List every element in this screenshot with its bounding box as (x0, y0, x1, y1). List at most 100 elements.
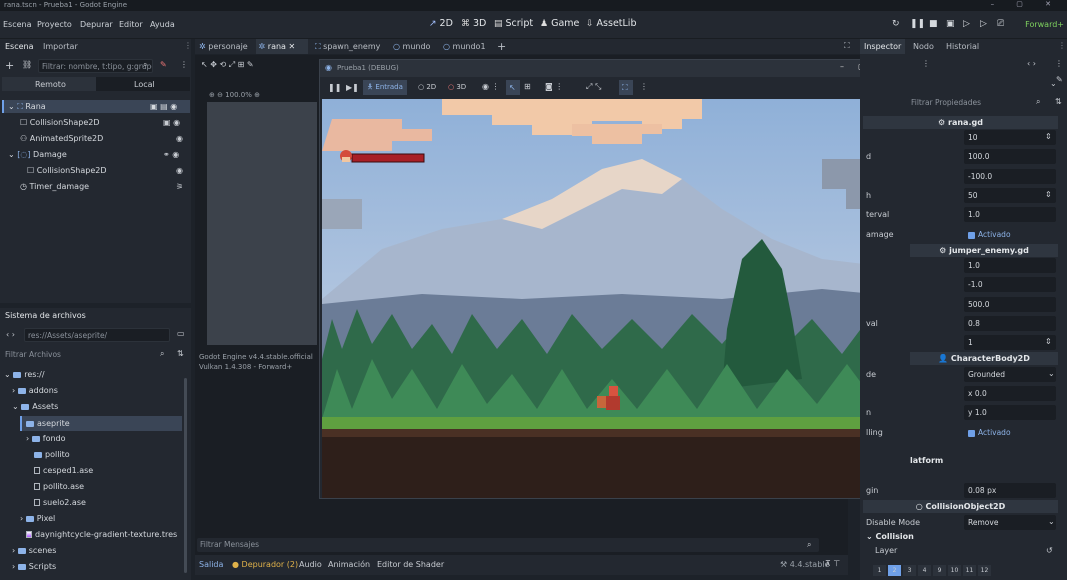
properties-filter-input[interactable]: Filtrar Propiedades (908, 96, 1048, 110)
link-icon[interactable]: ⛓ (22, 60, 32, 69)
play-scene-icon[interactable]: ▷ (963, 19, 970, 29)
movie-maker-icon[interactable]: ⎚ (997, 19, 1004, 29)
property-checkbox[interactable]: Activado (964, 425, 1056, 440)
tree-node-animatedsprite2d[interactable]: ⚇ AnimatedSprite2D (20, 134, 103, 143)
scrollbar[interactable] (184, 378, 187, 573)
sort-icon[interactable]: ⇅ (1055, 97, 1062, 106)
tab-filesystem[interactable]: Sistema de archivos (5, 311, 86, 320)
fs-item-gradient[interactable]: daynightcycle-gradient-texture.tres (26, 530, 177, 539)
more-icon[interactable]: ⋮ (180, 60, 188, 69)
property-value[interactable]: 0.8 (964, 316, 1056, 331)
workspace-2d[interactable]: ↗ 2D (429, 18, 453, 29)
messages-filter-input[interactable]: Filtrar Mensajes (197, 538, 819, 552)
scene-filter-input[interactable]: Filtrar: nombre, t:tipo, g:grupo (38, 59, 153, 73)
property-value[interactable]: y 1.0 (964, 405, 1056, 420)
tab-nodo[interactable]: Nodo (913, 42, 934, 51)
workspace-3d[interactable]: ⌘ 3D (461, 18, 486, 29)
workspace-game[interactable]: ♟ Game (540, 18, 579, 29)
add-tab-icon[interactable]: + (497, 40, 506, 53)
layer-cell[interactable]: 12 (978, 565, 991, 576)
select-icon[interactable]: ↖ (506, 80, 520, 95)
dock-menu-icon[interactable]: ⋮ (184, 41, 192, 50)
files-filter-input[interactable]: Filtrar Archivos (2, 348, 170, 362)
play-custom-icon[interactable]: ▷ (980, 19, 987, 29)
reset-icon[interactable]: ↺ (1046, 546, 1053, 555)
remote-tab[interactable]: Remoto (2, 77, 96, 91)
renderer-select[interactable]: Forward+ (1025, 20, 1064, 29)
layer-cell[interactable]: 4 (918, 565, 931, 576)
fs-item-assets[interactable]: ⌄ Assets (12, 402, 58, 411)
visibility-icon[interactable]: ▣ ◉ (163, 118, 180, 127)
tab-shader-editor[interactable]: Editor de Shader (377, 560, 444, 569)
layer-cell[interactable]: 9 (933, 565, 946, 576)
disable-mode-select[interactable]: Remove (964, 515, 1056, 530)
fs-item-pixel[interactable]: › Pixel (20, 514, 55, 523)
history-nav-icon[interactable]: ‹ › (1027, 59, 1036, 68)
camera-override-icon[interactable]: ◙ ⋮ (545, 82, 563, 91)
edit-icon[interactable]: ✎ (1056, 75, 1063, 84)
fs-item-scenes[interactable]: › scenes (12, 546, 56, 555)
tab-output[interactable]: Salida (199, 560, 223, 569)
spin-icon[interactable]: ⇕ (1045, 337, 1052, 346)
collisionobject-header[interactable]: ○ CollisionObject2D (863, 500, 1058, 513)
layer-grid[interactable]: 1 2 3 4 9 10 11 12 (873, 565, 993, 577)
layer-cell[interactable]: 11 (963, 565, 976, 576)
remote-debug-icon[interactable]: ▣ (946, 19, 955, 29)
add-node-icon[interactable]: + (5, 59, 14, 72)
layer-cell[interactable]: 3 (903, 565, 916, 576)
property-value[interactable]: 10 (964, 130, 1056, 145)
workspace-assetlib[interactable]: ⇩ AssetLib (586, 18, 636, 29)
pause-icon[interactable]: ❚❚ (910, 19, 925, 29)
select-tool-icon[interactable]: ↖ ✥ ⟲ ⤢ ⊞ ✎ (201, 60, 254, 70)
signal-icon[interactable]: ⚭ ◉ (163, 150, 179, 159)
dock-menu-icon[interactable]: ⋮ (1058, 41, 1066, 50)
fs-item-aseprite[interactable]: aseprite (20, 416, 182, 431)
fs-item-cesped[interactable]: cesped1.ase (34, 466, 93, 475)
script-header[interactable]: ⚙ rana.gd (863, 116, 1058, 129)
property-value[interactable]: x 0.0 (964, 386, 1056, 401)
menu-proyecto[interactable]: Proyecto (37, 20, 72, 29)
back-icon[interactable]: ‹ › (6, 330, 15, 339)
tab-importar[interactable]: Importar (43, 42, 78, 51)
tab-rana[interactable]: ✲ rana ✕ (256, 39, 308, 54)
reset-icon[interactable]: ⤢ ⤡ (586, 82, 601, 92)
reload-icon[interactable]: ↻ (892, 19, 900, 29)
script-attach-icon[interactable]: ✎ (160, 60, 167, 69)
menu-escena[interactable]: Escena (3, 20, 32, 29)
tree-node-damage[interactable]: ⌄ [◌] Damage (8, 150, 67, 159)
tab-spawn-enemy[interactable]: ⛶ spawn_enemy (315, 42, 380, 52)
property-value[interactable]: -100.0 (964, 169, 1056, 184)
menu-editor[interactable]: Editor (119, 20, 143, 29)
tree-node-collisionshape2d[interactable]: ☐ CollisionShape2D (20, 118, 100, 127)
tab-audio[interactable]: Audio (299, 560, 322, 569)
spin-icon[interactable]: ⇕ (1045, 132, 1052, 141)
tab-historial[interactable]: Historial (946, 42, 979, 51)
view-controls[interactable]: ⊕ ⊖ 100.0% ⊕ (209, 91, 260, 99)
property-value[interactable]: 0.08 px (964, 483, 1056, 498)
more-icon[interactable]: ⋮ (640, 82, 648, 91)
layer-cell-active[interactable]: 2 (888, 565, 901, 576)
tab-personaje[interactable]: ✲ personaje (199, 42, 248, 51)
property-value[interactable]: 50 (964, 188, 1056, 203)
signal-icon[interactable]: ⚞ (176, 182, 183, 191)
tab-mundo[interactable]: ○ mundo (393, 42, 430, 51)
object-menu-icon[interactable]: ⋮ (1055, 59, 1063, 68)
property-value[interactable]: 500.0 (964, 297, 1056, 312)
workspace-script[interactable]: ▤ Script (494, 18, 533, 29)
local-tab[interactable]: Local (96, 77, 190, 91)
close-icon[interactable]: ✕ (289, 42, 296, 51)
next-frame-icon[interactable]: ▶❚ (346, 83, 359, 92)
menu-ayuda[interactable]: Ayuda (150, 20, 175, 29)
mode-2d-button[interactable]: ○ 2D (418, 83, 436, 91)
motion-mode-select[interactable]: Grounded (964, 367, 1056, 382)
property-value[interactable]: 100.0 (964, 149, 1056, 164)
input-mode-button[interactable]: 🯅 Entrada (363, 80, 407, 95)
layer-cell[interactable]: 1 (873, 565, 886, 576)
pause-icon[interactable]: ❚❚ (328, 83, 341, 92)
layer-cell[interactable]: 10 (948, 565, 961, 576)
mode-3d-button[interactable]: ○ 3D (448, 83, 466, 91)
fs-item-pollito-ase[interactable]: pollito.ase (34, 482, 84, 491)
collision-section[interactable]: ⌄ Collision (866, 532, 914, 541)
fs-item-addons[interactable]: › addons (12, 386, 58, 395)
pin-icon[interactable]: ⊼ ⊤ (825, 559, 840, 568)
